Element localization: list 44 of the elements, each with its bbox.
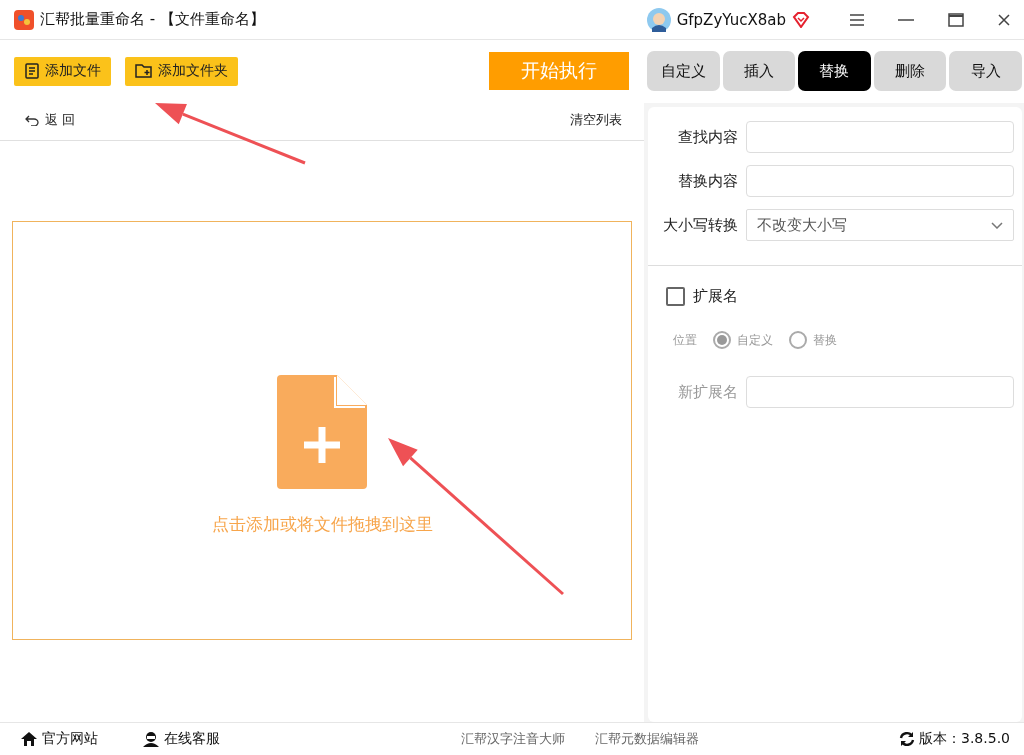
tab[interactable]: 替换 (798, 51, 871, 91)
window-title: 汇帮批量重命名 - 【文件重命名】 (40, 10, 266, 29)
version-text: 版本：3.8.5.0 (919, 730, 1010, 748)
text-field[interactable] (746, 165, 1014, 197)
avatar-icon[interactable] (646, 7, 671, 32)
tab[interactable]: 导入 (949, 51, 1022, 91)
add-file-button[interactable]: 添加文件 (14, 56, 111, 86)
case-dropdown[interactable]: 不改变大小写 (746, 209, 1014, 241)
drop-hint: 点击添加或将文件拖拽到这里 (211, 513, 433, 536)
checkbox-label: 扩展名 (693, 286, 738, 306)
back-arrow-icon (25, 114, 39, 126)
clear-list-button[interactable]: 清空列表 (570, 111, 622, 129)
diamond-icon (792, 11, 810, 28)
refresh-icon[interactable] (899, 731, 915, 747)
tab[interactable]: 删除 (873, 51, 947, 91)
footer-link[interactable]: 在线客服 (142, 730, 220, 748)
tab[interactable]: 自定义 (647, 51, 720, 91)
field-label: 查找内容 (677, 127, 738, 147)
minimize-icon[interactable] (898, 18, 914, 21)
footer-link[interactable]: 官方网站 (20, 730, 98, 748)
add-folder-button[interactable]: 添加文件夹 (125, 56, 238, 86)
app-logo-icon (14, 9, 34, 30)
radio-label: 自定义 (737, 331, 773, 349)
file-add-icon (277, 375, 367, 489)
field-label: 大小写转换 (662, 215, 738, 235)
close-icon[interactable] (998, 13, 1010, 26)
field-label: 新扩展名 (677, 382, 738, 402)
menu-icon[interactable] (850, 13, 864, 26)
headset-icon (142, 731, 160, 747)
maximize-icon[interactable] (948, 12, 964, 27)
footer-link[interactable]: 汇帮汉字注音大师 (461, 730, 565, 748)
folder-plus-icon (135, 63, 153, 79)
position-label: 位置 (673, 331, 697, 349)
tab[interactable]: 插入 (722, 51, 796, 91)
user-name[interactable]: GfpZyYucX8ab (676, 10, 786, 29)
extension-field[interactable] (746, 376, 1014, 408)
chevron-down-icon (991, 221, 1003, 229)
home-icon (20, 731, 38, 747)
text-field[interactable] (746, 121, 1014, 153)
radio-label: 替换 (813, 331, 837, 349)
document-icon (24, 63, 40, 79)
footer-link[interactable]: 汇帮元数据编辑器 (595, 730, 699, 748)
field-label: 替换内容 (677, 171, 738, 191)
back-button[interactable]: 返 回 (25, 111, 76, 129)
